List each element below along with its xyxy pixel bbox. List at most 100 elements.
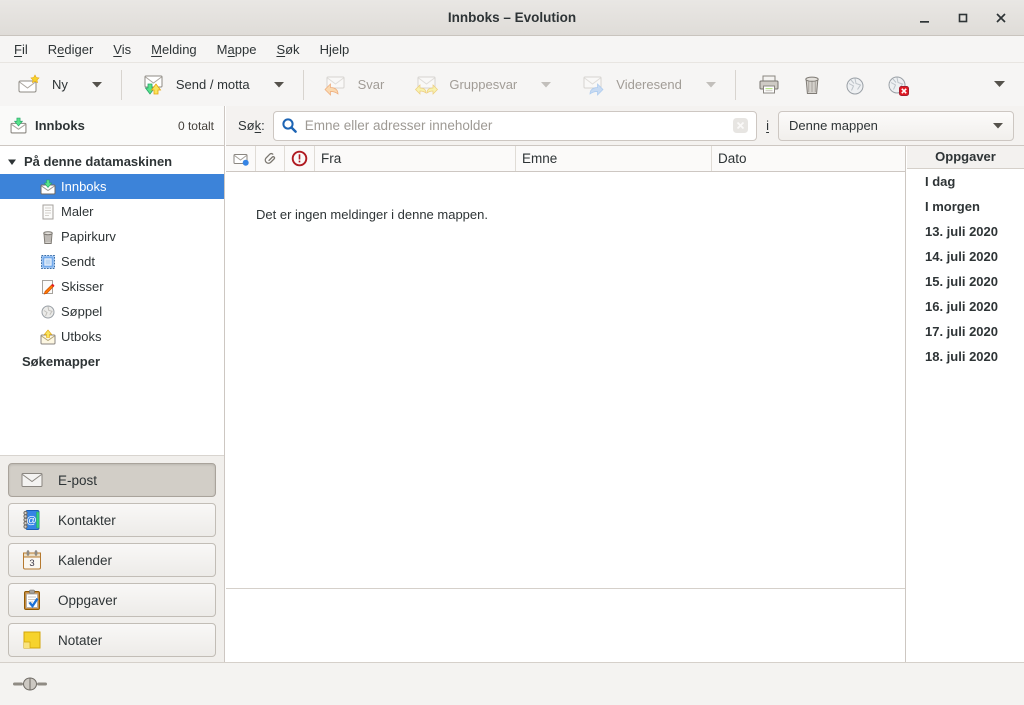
- pane-divider[interactable]: [226, 588, 905, 589]
- titlebar: Innboks – Evolution: [0, 0, 1024, 36]
- folder-tree: På denne datamaskinen Innboks Maler: [0, 146, 224, 374]
- folder-templates[interactable]: Maler: [0, 199, 224, 224]
- search-input[interactable]: Emne eller adresser inneholder: [273, 111, 757, 141]
- search-scope-select[interactable]: Denne mappen: [778, 111, 1014, 141]
- folder-drafts[interactable]: Skisser: [0, 274, 224, 299]
- menu-view[interactable]: Vis: [103, 38, 141, 61]
- clear-search-icon[interactable]: [732, 117, 749, 134]
- search-scope-value: Denne mappen: [789, 118, 993, 133]
- menubar: Fil Rediger Vis Melding Mappe Søk Hjelp: [0, 36, 1024, 63]
- search-icon: [281, 117, 298, 134]
- close-button[interactable]: [992, 9, 1010, 27]
- task-group-date[interactable]: 16. juli 2020: [907, 294, 1024, 319]
- task-group-tomorrow[interactable]: I morgen: [907, 194, 1024, 219]
- window-controls: [916, 9, 1024, 27]
- junk-icon: [843, 73, 867, 97]
- column-attachment[interactable]: [256, 146, 285, 171]
- window-title: Innboks – Evolution: [0, 10, 1024, 25]
- notes-icon: [21, 629, 43, 651]
- folder-trash[interactable]: Papirkurv: [0, 224, 224, 249]
- task-group-date[interactable]: 13. juli 2020: [907, 219, 1024, 244]
- maximize-button[interactable]: [954, 9, 972, 27]
- priority-icon: [291, 150, 308, 167]
- not-junk-icon: [886, 73, 910, 97]
- folder-outbox[interactable]: Utboks: [0, 324, 224, 349]
- print-icon: [757, 73, 781, 97]
- tasks-panel-header: Oppgaver: [907, 146, 1024, 169]
- group-reply-button[interactable]: Gruppesvar: [407, 68, 558, 102]
- dropdown-arrow-icon: [993, 123, 1003, 129]
- task-group-today[interactable]: I dag: [907, 169, 1024, 194]
- dropdown-arrow-icon: [274, 82, 284, 88]
- calendar-icon: 3: [21, 549, 43, 571]
- minimize-button[interactable]: [916, 9, 934, 27]
- search-label: Søk:: [238, 118, 265, 133]
- trash-icon: [40, 229, 56, 245]
- switcher-tasks-button[interactable]: Oppgaver: [8, 583, 216, 617]
- delete-icon: [800, 73, 824, 97]
- menu-help[interactable]: Hjelp: [310, 38, 360, 61]
- forward-button[interactable]: Videresend: [574, 68, 723, 102]
- contacts-icon: @: [21, 509, 43, 531]
- group-reply-label: Gruppesvar: [449, 77, 517, 92]
- menu-edit[interactable]: Rediger: [38, 38, 104, 61]
- drafts-icon: [40, 279, 56, 295]
- toolbar-overflow-button[interactable]: [984, 81, 1014, 88]
- dropdown-arrow-icon: [541, 82, 551, 88]
- forward-label: Videresend: [616, 77, 682, 92]
- expander-icon: [7, 157, 17, 167]
- folder-junk[interactable]: Søppel: [0, 299, 224, 324]
- minimize-icon: [917, 10, 933, 26]
- toolbar-separator: [303, 70, 304, 100]
- print-button[interactable]: [748, 68, 791, 102]
- folder-inbox[interactable]: Innboks: [0, 174, 224, 199]
- search-band: Søk: Emne eller adresser inneholder i De…: [226, 106, 1024, 146]
- tree-root-search-folders[interactable]: Søkemapper: [0, 349, 224, 374]
- svg-text:3: 3: [29, 558, 34, 569]
- tasks-panel: Oppgaver I dag I morgen 13. juli 2020 14…: [907, 146, 1024, 662]
- task-group-date[interactable]: 15. juli 2020: [907, 269, 1024, 294]
- switcher-notes-button[interactable]: Notater: [8, 623, 216, 657]
- sidebar-header-title: Innboks: [35, 118, 85, 133]
- send-receive-label: Send / motta: [176, 77, 250, 92]
- sidebar-header-count: 0 totalt: [178, 119, 214, 133]
- toolbar-separator: [121, 70, 122, 100]
- sidebar: Innboks 0 totalt På denne datamaskinen I…: [0, 106, 225, 662]
- menu-search[interactable]: Søk: [266, 38, 309, 61]
- task-group-date[interactable]: 18. juli 2020: [907, 344, 1024, 369]
- folder-sent[interactable]: Sendt: [0, 249, 224, 274]
- dropdown-arrow-icon: [706, 82, 716, 88]
- message-list-pane: Fra Emne Dato Det er ingen meldinger i d…: [226, 146, 906, 662]
- column-priority[interactable]: [285, 146, 315, 171]
- column-from[interactable]: Fra: [315, 146, 516, 171]
- send-receive-button[interactable]: Send / motta: [134, 68, 291, 102]
- column-date[interactable]: Dato: [712, 146, 905, 171]
- new-message-button[interactable]: Ny: [10, 68, 109, 102]
- task-group-date[interactable]: 17. juli 2020: [907, 319, 1024, 344]
- attachment-icon: [262, 151, 278, 167]
- toolbar: Ny Send / motta Svar: [0, 63, 1024, 106]
- menu-folder[interactable]: Mappe: [207, 38, 267, 61]
- toolbar-separator: [735, 70, 736, 100]
- forward-icon: [581, 73, 605, 97]
- tasks-icon: [21, 589, 43, 611]
- not-junk-button[interactable]: [877, 68, 920, 102]
- switcher-contacts-button[interactable]: @ Kontakter: [8, 503, 216, 537]
- task-group-date[interactable]: 14. juli 2020: [907, 244, 1024, 269]
- tree-root-this-computer[interactable]: På denne datamaskinen: [0, 149, 224, 174]
- column-read-status[interactable]: [226, 146, 256, 171]
- switcher-mail-button[interactable]: E-post: [8, 463, 216, 497]
- switcher-calendar-button[interactable]: 3 Kalender: [8, 543, 216, 577]
- column-subject[interactable]: Emne: [516, 146, 712, 171]
- menu-file[interactable]: Fil: [4, 38, 38, 61]
- reply-button[interactable]: Svar: [316, 68, 392, 102]
- delete-button[interactable]: [791, 68, 834, 102]
- reply-icon: [323, 73, 347, 97]
- sidebar-folder-header: Innboks 0 totalt: [0, 106, 224, 146]
- junk-button[interactable]: [834, 68, 877, 102]
- group-reply-icon: [414, 73, 438, 97]
- menu-message[interactable]: Melding: [141, 38, 207, 61]
- mail-icon: [21, 469, 43, 491]
- online-status-icon[interactable]: [12, 674, 48, 694]
- junk-folder-icon: [40, 304, 56, 320]
